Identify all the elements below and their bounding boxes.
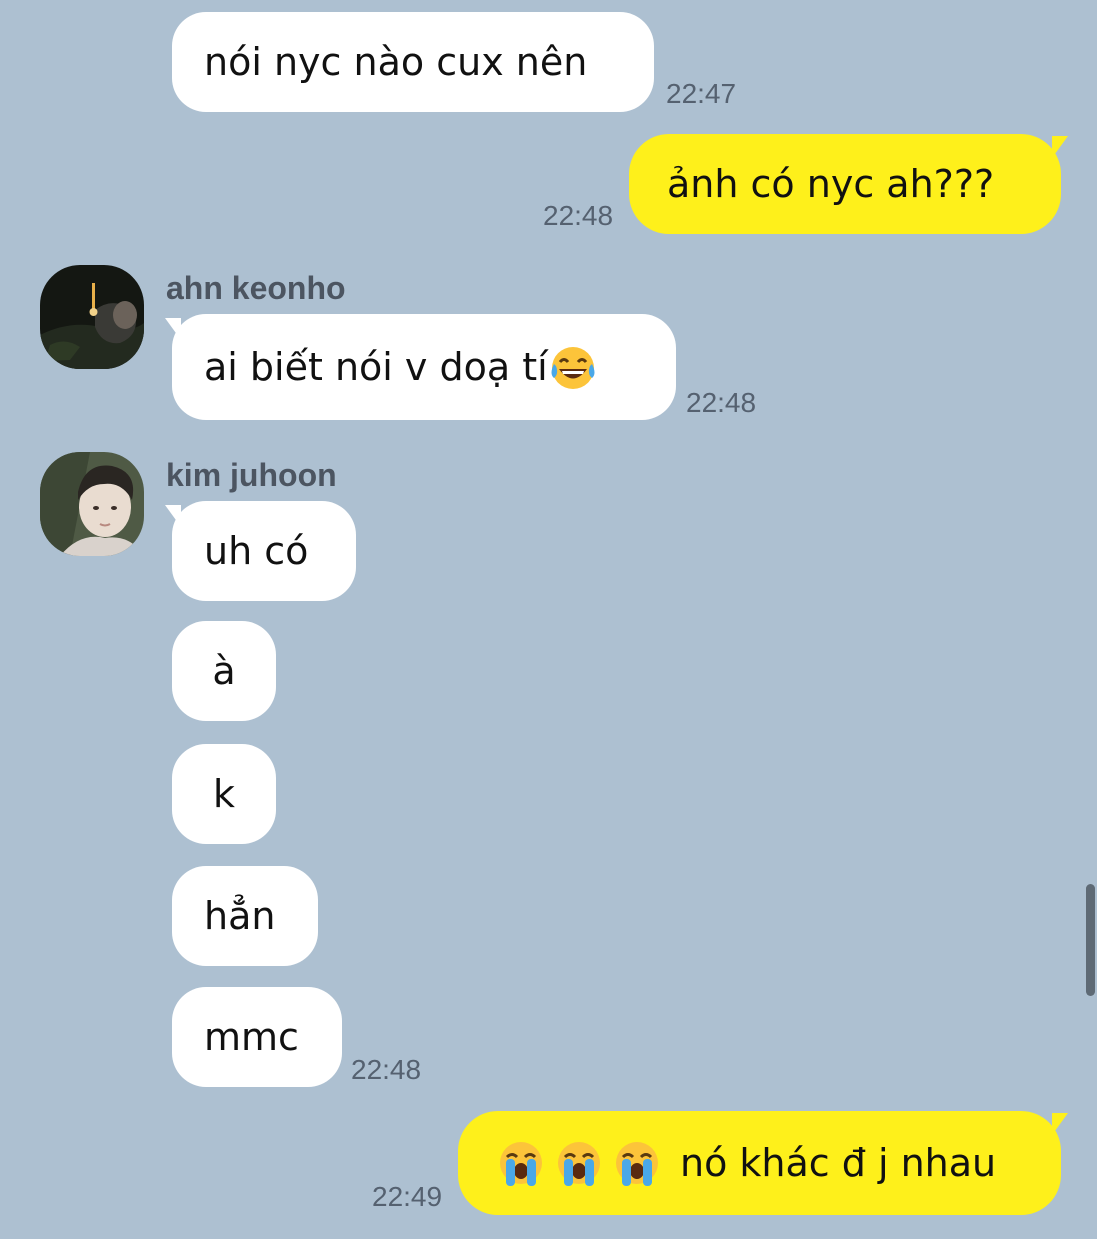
message-time: 22:48 — [543, 200, 614, 231]
sender-name: kim juhoon — [166, 457, 337, 493]
loudly-crying-face-emoji — [554, 1138, 604, 1188]
face-with-tears-of-joy-emoji — [548, 342, 598, 392]
message-bubble[interactable]: mmc — [172, 987, 342, 1087]
loudly-crying-face-emoji — [612, 1138, 662, 1188]
avatar[interactable] — [40, 452, 144, 556]
message-text: ai biết nói v doạ tí — [204, 345, 548, 389]
message-text: à — [212, 649, 236, 693]
message-bubble[interactable]: hẳn — [172, 866, 318, 966]
scrollbar[interactable] — [1086, 884, 1095, 996]
message-bubble[interactable]: nó khác đ j nhau — [458, 1111, 1061, 1215]
message-text: mmc — [204, 1015, 299, 1059]
loudly-crying-face-emoji — [496, 1138, 546, 1188]
message-text: k — [212, 772, 235, 816]
bubble-tail — [1052, 136, 1068, 158]
message-text: hẳn — [204, 894, 276, 938]
message-bubble[interactable]: ai biết nói v doạ tí — [172, 314, 676, 420]
message-time: 22:48 — [686, 387, 757, 418]
message-text: ảnh có nyc ah??? — [667, 162, 995, 206]
message-text: uh có — [204, 529, 309, 573]
sender-name: ahn keonho — [166, 270, 346, 306]
message-bubble[interactable]: k — [172, 744, 276, 844]
avatar[interactable] — [40, 265, 144, 369]
message-bubble[interactable]: uh có — [172, 501, 356, 601]
message-text: nó khác đ j nhau — [680, 1141, 997, 1185]
message-bubble[interactable]: nói nyc nào cux nên — [172, 12, 654, 112]
message-bubble[interactable]: ảnh có nyc ah??? — [629, 134, 1061, 234]
message-time: 22:48 — [351, 1054, 422, 1085]
message-time: 22:47 — [666, 78, 737, 109]
bubble-tail — [1052, 1113, 1068, 1135]
message-text: nói nyc nào cux nên — [204, 40, 588, 84]
message-bubble[interactable]: à — [172, 621, 276, 721]
message-time: 22:49 — [372, 1181, 443, 1212]
